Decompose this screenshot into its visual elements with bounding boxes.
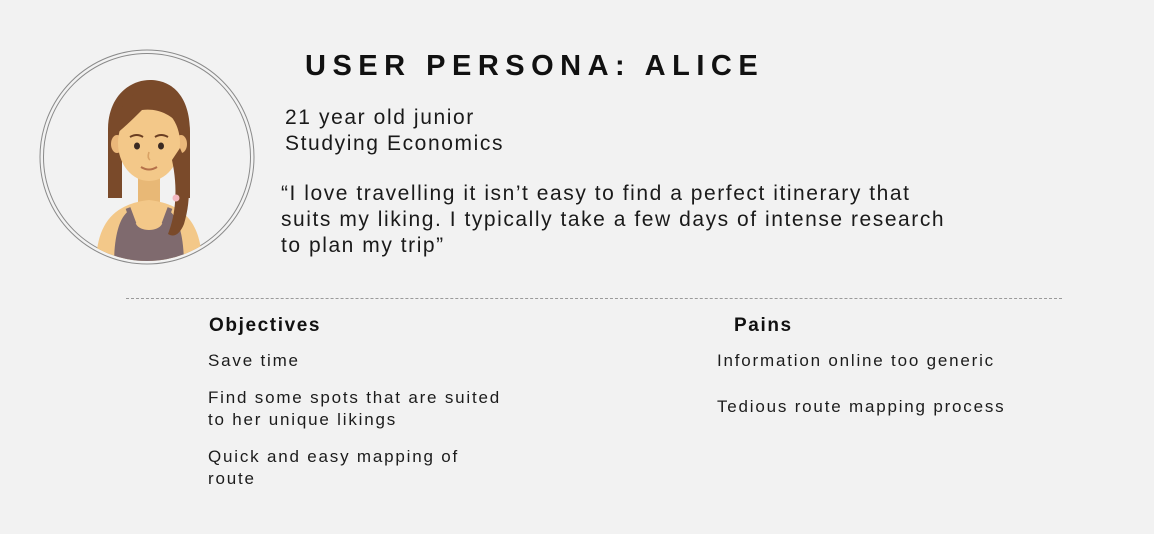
list-item-line: Find some spots that are suited <box>208 388 501 407</box>
list-item: Save time <box>208 350 501 372</box>
quote-line: “I love travelling it isn’t easy to find… <box>281 182 911 205</box>
list-item: Tedious route mapping process <box>717 396 1005 418</box>
list-item-line: route <box>208 469 256 488</box>
pains-list: Information online too generic Tedious r… <box>717 350 1005 442</box>
objectives-list: Save time Find some spots that are suite… <box>208 350 501 505</box>
persona-age: 21 year old junior <box>285 106 475 129</box>
list-item: Find some spots that are suited to her u… <box>208 387 501 431</box>
list-item-line: to her unique likings <box>208 410 398 429</box>
persona-quote: “I love travelling it isn’t easy to find… <box>281 181 1111 259</box>
list-item: Quick and easy mapping of route <box>208 446 501 490</box>
list-item: Information online too generic <box>717 350 1005 372</box>
objectives-heading: Objectives <box>209 315 322 336</box>
list-item-line: Save time <box>208 351 300 370</box>
female-avatar-icon <box>39 49 255 265</box>
quote-line: suits my liking. I typically take a few … <box>281 208 946 231</box>
pains-heading: Pains <box>734 315 793 336</box>
page-title: USER PERSONA: ALICE <box>305 50 765 82</box>
section-divider <box>126 298 1062 299</box>
persona-study: Studying Economics <box>285 132 505 155</box>
list-item-line: Information online too generic <box>717 351 995 370</box>
list-item-line: Tedious route mapping process <box>717 397 1006 416</box>
persona-summary: 21 year old junior Studying Economics <box>285 105 504 157</box>
avatar <box>38 48 256 266</box>
quote-line: to plan my trip” <box>281 234 445 257</box>
list-item-line: Quick and easy mapping of <box>208 447 460 466</box>
